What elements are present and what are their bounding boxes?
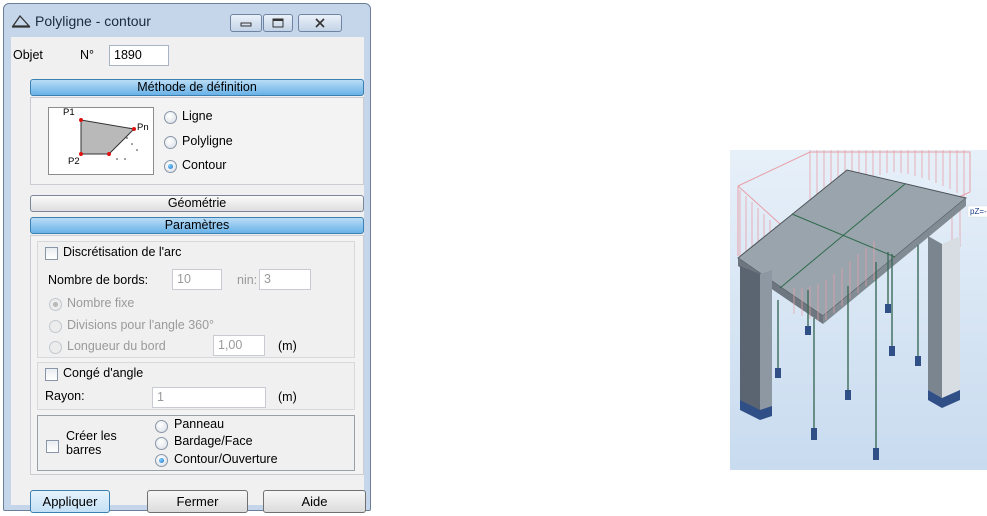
apply-button[interactable]: Appliquer <box>30 490 110 513</box>
min-edges-input[interactable]: 3 <box>259 269 311 290</box>
definition-option-contour-label[interactable]: Contour <box>182 158 226 172</box>
min-edges-label: nin: <box>237 273 258 287</box>
parameters-header[interactable]: Paramètres <box>30 217 364 234</box>
radius-label: Rayon: <box>45 389 85 403</box>
definition-option-polyligne-label[interactable]: Polyligne <box>182 134 233 148</box>
edge-length-input[interactable]: 1,00 <box>213 335 265 356</box>
help-button[interactable]: Aide <box>263 490 366 513</box>
object-number-input[interactable]: 1890 <box>109 45 169 66</box>
parameters-group: Discrétisation de l'arc Nombre de bords:… <box>30 235 364 475</box>
fillet-group: Congé d'angle Rayon: 1 (m) <box>37 362 355 410</box>
divisions-360-radio[interactable] <box>49 320 62 333</box>
arc-discretization-label[interactable]: Discrétisation de l'arc <box>63 245 181 259</box>
divisions-360-label[interactable]: Divisions pour l'angle 360° <box>67 318 214 332</box>
create-bars-label-line1[interactable]: Créer les <box>66 430 117 443</box>
contour-diagram: P1 Pn P2 <box>48 107 154 175</box>
polyline-contour-icon <box>11 14 31 28</box>
fillet-checkbox[interactable] <box>45 368 58 381</box>
definition-option-ligne-label[interactable]: Ligne <box>182 109 213 123</box>
definition-method-group: P1 Pn P2 Ligne Polyligne Contour <box>30 97 364 185</box>
minimize-icon <box>240 22 252 27</box>
object-number-label: N° <box>80 48 95 62</box>
structure-3d-drawing <box>730 150 987 470</box>
arc-discretization-checkbox[interactable] <box>45 247 58 260</box>
definition-option-polyligne-radio[interactable] <box>164 136 177 149</box>
diagram-label-p1: P1 <box>63 107 75 118</box>
edge-length-label[interactable]: Longueur du bord <box>67 339 166 353</box>
definition-option-ligne-radio[interactable] <box>164 111 177 124</box>
edge-length-radio[interactable] <box>49 341 62 354</box>
edges-count-input[interactable]: 10 <box>172 269 222 290</box>
create-bars-label-line2[interactable]: barres <box>66 444 101 457</box>
window-title: Polyligne - contour <box>35 13 151 29</box>
geometry-header[interactable]: Géométrie <box>30 195 364 212</box>
title-bar[interactable]: Polyligne - contour <box>4 4 370 36</box>
maximize-icon <box>272 18 284 28</box>
cladding-face-radio[interactable] <box>155 437 168 450</box>
contour-opening-radio[interactable] <box>155 454 168 467</box>
object-label: Objet <box>13 48 43 62</box>
minimize-button[interactable] <box>230 14 262 32</box>
fixed-count-radio[interactable] <box>49 298 62 311</box>
definition-method-header[interactable]: Méthode de définition <box>30 79 364 96</box>
structure-3d-preview[interactable]: pZ=-1.5 <box>730 150 987 470</box>
fillet-label[interactable]: Congé d'angle <box>63 366 143 380</box>
arc-discretization-group: Discrétisation de l'arc Nombre de bords:… <box>37 241 355 358</box>
panel-radio[interactable] <box>155 420 168 433</box>
fixed-count-label[interactable]: Nombre fixe <box>67 296 134 310</box>
radius-input[interactable]: 1 <box>152 387 266 408</box>
maximize-button[interactable] <box>263 14 293 32</box>
diagram-label-p2: P2 <box>68 156 80 167</box>
polyline-contour-dialog: Polyligne - contour Objet N° 1890 Méthod… <box>3 3 371 513</box>
close-icon <box>315 18 325 28</box>
definition-option-contour-radio[interactable] <box>164 160 177 173</box>
edge-length-unit: (m) <box>278 339 297 353</box>
cladding-face-label[interactable]: Bardage/Face <box>174 434 253 448</box>
load-value-label: pZ=-1.5 <box>970 207 987 216</box>
edges-count-label: Nombre de bords: <box>48 273 149 287</box>
close-button[interactable] <box>298 14 342 32</box>
diagram-label-pn: Pn <box>137 122 149 133</box>
panel-label[interactable]: Panneau <box>174 417 224 431</box>
radius-unit: (m) <box>278 390 297 404</box>
close-dialog-button[interactable]: Fermer <box>147 490 248 513</box>
create-bars-checkbox[interactable] <box>46 440 59 453</box>
dialog-content: Objet N° 1890 Méthode de définition P1 P… <box>11 37 366 513</box>
create-bars-group: Créer les barres Panneau Bardage/Face Co… <box>37 415 355 471</box>
contour-opening-label[interactable]: Contour/Ouverture <box>174 452 278 466</box>
